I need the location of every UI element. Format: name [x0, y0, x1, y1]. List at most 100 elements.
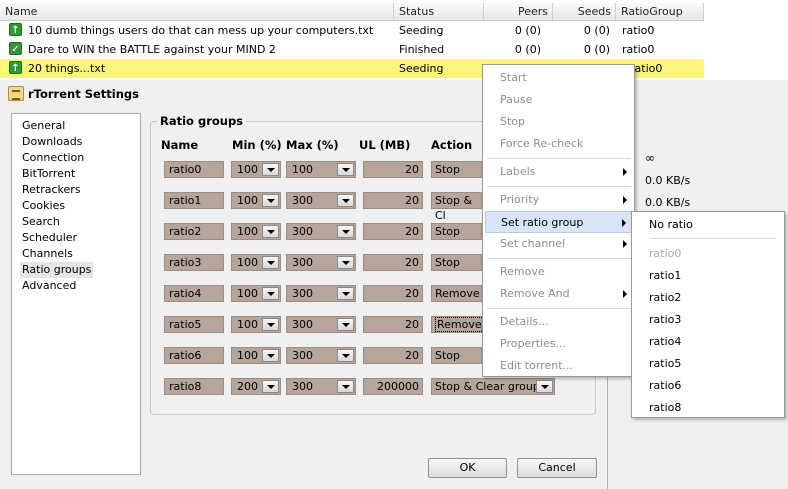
max-percent-select[interactable]: 300	[286, 378, 356, 395]
column-header-ratiogroup[interactable]: RatioGroup	[616, 3, 704, 21]
action-select[interactable]: Stop	[431, 161, 482, 178]
action-select[interactable]: Remove	[431, 285, 482, 302]
submenu-item-ratio1[interactable]: ratio1	[633, 265, 784, 287]
menu-item-set-channel[interactable]: Set channel	[485, 233, 633, 255]
ul-mb-field[interactable]: 20	[363, 161, 423, 178]
action-select[interactable]: Stop	[431, 254, 482, 271]
menu-item-pause[interactable]: Pause	[485, 89, 633, 111]
chevron-down-icon[interactable]	[262, 349, 279, 362]
min-percent-select[interactable]: 100	[231, 254, 281, 271]
ok-button[interactable]: OK	[428, 458, 507, 478]
column-header-peers[interactable]: Peers	[484, 3, 553, 21]
ratio-name-field[interactable]: ratio0	[164, 161, 224, 178]
chevron-down-icon[interactable]	[337, 318, 354, 331]
submenu-item-ratio2[interactable]: ratio2	[633, 287, 784, 309]
ul-mb-field[interactable]: 20	[363, 285, 423, 302]
chevron-down-icon[interactable]	[337, 194, 354, 207]
max-percent-select[interactable]: 300	[286, 192, 356, 209]
column-header-name[interactable]: Name	[0, 3, 394, 21]
chevron-down-icon[interactable]	[262, 287, 279, 300]
ratio-name-field[interactable]: ratio5	[164, 316, 224, 333]
torrent-row[interactable]: ↑ 10 dumb things users do that can mess …	[0, 21, 704, 40]
menu-item-start[interactable]: Start	[485, 67, 633, 89]
chevron-down-icon[interactable]	[262, 194, 279, 207]
menu-item-properties[interactable]: Properties...	[485, 333, 633, 355]
nav-item-scheduler[interactable]: Scheduler	[22, 230, 77, 246]
ul-mb-field[interactable]: 20	[363, 347, 423, 364]
max-percent-select[interactable]: 300	[286, 223, 356, 240]
max-percent-select[interactable]: 300	[286, 347, 356, 364]
chevron-down-icon[interactable]	[262, 225, 279, 238]
ul-mb-field[interactable]: 20	[363, 316, 423, 333]
nav-item-cookies[interactable]: Cookies	[22, 198, 65, 214]
nav-item-general[interactable]: General	[22, 118, 65, 134]
submenu-item-no-ratio[interactable]: No ratio	[633, 214, 784, 236]
action-select[interactable]: Stop	[431, 223, 482, 240]
min-percent-select[interactable]: 200	[231, 378, 281, 395]
ratio-name-field[interactable]: ratio3	[164, 254, 224, 271]
ul-mb-field[interactable]: 20	[363, 254, 423, 271]
chevron-down-icon[interactable]	[337, 225, 354, 238]
menu-item-details[interactable]: Details...	[485, 311, 633, 333]
ul-mb-field[interactable]: 200000	[363, 378, 423, 395]
max-percent-select[interactable]: 300	[286, 316, 356, 333]
chevron-down-icon[interactable]	[337, 163, 354, 176]
chevron-down-icon[interactable]	[337, 349, 354, 362]
dialog-titlebar[interactable]: rTorrent Settings	[0, 83, 788, 105]
min-percent-select[interactable]: 100	[231, 285, 281, 302]
menu-item-stop[interactable]: Stop	[485, 111, 633, 133]
chevron-down-icon[interactable]	[337, 287, 354, 300]
action-select[interactable]: Stop & Clear group	[431, 378, 555, 395]
ratio-name-field[interactable]: ratio2	[164, 223, 224, 240]
chevron-down-icon[interactable]	[337, 256, 354, 269]
nav-item-search[interactable]: Search	[22, 214, 60, 230]
min-percent-select[interactable]: 100	[231, 347, 281, 364]
column-header-seeds[interactable]: Seeds	[553, 3, 616, 21]
menu-item-remove-and[interactable]: Remove And	[485, 283, 633, 305]
nav-item-retrackers[interactable]: Retrackers	[22, 182, 81, 198]
submenu-item-ratio4[interactable]: ratio4	[633, 331, 784, 353]
torrent-row[interactable]: ✓ Dare to WIN the BATTLE against your MI…	[0, 40, 704, 59]
min-percent-select[interactable]: 100	[231, 161, 281, 178]
ratio-name-field[interactable]: ratio4	[164, 285, 224, 302]
action-select[interactable]: Stop & Cl	[431, 192, 482, 222]
chevron-down-icon[interactable]	[262, 380, 279, 393]
min-percent-select[interactable]: 100	[231, 223, 281, 240]
nav-item-ratio-groups[interactable]: Ratio groups	[20, 262, 94, 278]
menu-item-edit-torrent[interactable]: Edit torrent...	[485, 355, 633, 377]
chevron-down-icon[interactable]	[262, 163, 279, 176]
ratio-name-field[interactable]: ratio8	[164, 378, 224, 395]
cancel-button[interactable]: Cancel	[517, 458, 597, 478]
ratio-name-field[interactable]: ratio1	[164, 192, 224, 209]
max-percent-select[interactable]: 100	[286, 161, 356, 178]
submenu-item-ratio6[interactable]: ratio6	[633, 375, 784, 397]
menu-item-set-ratio-group[interactable]: Set ratio group	[485, 211, 633, 233]
nav-item-downloads[interactable]: Downloads	[22, 134, 82, 150]
action-select[interactable]: Stop	[431, 347, 482, 364]
action-select[interactable]: Remove	[431, 316, 484, 333]
menu-item-force-recheck[interactable]: Force Re-check	[485, 133, 633, 155]
submenu-item-ratio0[interactable]: ratio0	[633, 243, 784, 265]
min-percent-select[interactable]: 100	[231, 316, 281, 333]
max-percent-select[interactable]: 300	[286, 254, 356, 271]
nav-item-advanced[interactable]: Advanced	[22, 278, 76, 294]
max-percent-select[interactable]: 300	[286, 285, 356, 302]
nav-item-connection[interactable]: Connection	[22, 150, 84, 166]
submenu-item-ratio3[interactable]: ratio3	[633, 309, 784, 331]
ul-mb-field[interactable]: 20	[363, 223, 423, 240]
menu-item-priority[interactable]: Priority	[485, 189, 633, 211]
submenu-item-ratio5[interactable]: ratio5	[633, 353, 784, 375]
min-percent-select[interactable]: 100	[231, 192, 281, 209]
menu-item-labels[interactable]: Labels	[485, 161, 633, 183]
column-header-status[interactable]: Status	[394, 3, 484, 21]
nav-item-bittorrent[interactable]: BitTorrent	[22, 166, 75, 182]
submenu-item-ratio8[interactable]: ratio8	[633, 397, 784, 419]
chevron-down-icon[interactable]	[262, 256, 279, 269]
menu-item-remove[interactable]: Remove	[485, 261, 633, 283]
ul-mb-field[interactable]: 20	[363, 192, 423, 209]
chevron-down-icon[interactable]	[536, 380, 553, 393]
nav-item-channels[interactable]: Channels	[22, 246, 73, 262]
chevron-down-icon[interactable]	[262, 318, 279, 331]
ratio-name-field[interactable]: ratio6	[164, 347, 224, 364]
chevron-down-icon[interactable]	[337, 380, 354, 393]
